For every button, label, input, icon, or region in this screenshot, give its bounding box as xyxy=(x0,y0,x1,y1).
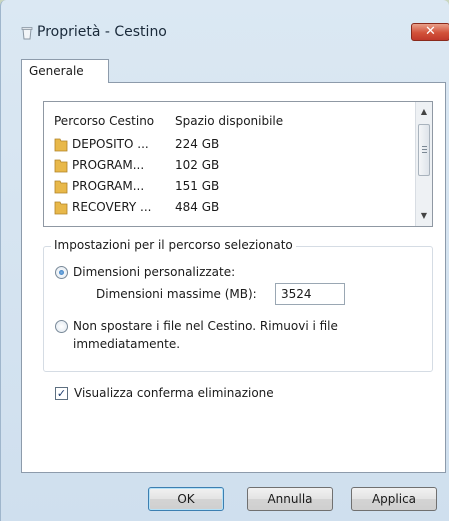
list-item[interactable]: PROGRAM... 102 GB xyxy=(54,157,409,175)
close-icon: ✕ xyxy=(425,24,436,39)
max-size-input[interactable]: 3524 xyxy=(275,283,345,305)
scroll-down-button[interactable]: ▼ xyxy=(416,208,432,224)
location-name: PROGRAM... xyxy=(72,158,145,172)
location-space: 102 GB xyxy=(175,158,220,172)
chevron-up-icon: ▲ xyxy=(420,107,428,116)
checkmark-icon: ✓ xyxy=(56,387,67,400)
tab-generale[interactable]: Generale xyxy=(21,59,109,83)
location-space: 151 GB xyxy=(175,179,220,193)
no-move-radio[interactable] xyxy=(55,320,68,333)
max-size-label: Dimensioni massime (MB): xyxy=(96,287,257,301)
confirm-delete-checkbox[interactable]: ✓ xyxy=(55,387,68,400)
list-item[interactable]: RECOVERY ... 484 GB xyxy=(54,199,409,217)
confirm-delete-label[interactable]: Visualizza conferma eliminazione xyxy=(74,386,274,400)
location-space: 224 GB xyxy=(175,137,220,151)
no-move-label[interactable]: Non spostare i file nel Cestino. Rimuovi… xyxy=(73,319,338,333)
scrollbar-thumb[interactable] xyxy=(418,124,430,176)
column-header-location[interactable]: Percorso Cestino xyxy=(54,114,154,128)
grip-line xyxy=(422,152,427,153)
custom-size-label[interactable]: Dimensioni personalizzate: xyxy=(73,265,235,279)
list-item[interactable]: PROGRAM... 151 GB xyxy=(54,178,409,196)
no-move-label-continued[interactable]: immediatamente. xyxy=(73,337,180,351)
window-title: Proprietà - Cestino xyxy=(37,24,167,40)
folder-icon xyxy=(54,159,68,173)
column-header-space[interactable]: Spazio disponibile xyxy=(175,114,283,128)
scroll-up-button[interactable]: ▲ xyxy=(416,104,432,120)
grip-line xyxy=(422,146,427,147)
location-name: DEPOSITO ... xyxy=(72,137,149,151)
close-button[interactable]: ✕ xyxy=(411,23,449,41)
location-name: PROGRAM... xyxy=(72,179,145,193)
ok-button[interactable]: OK xyxy=(148,487,224,511)
settings-group-title: Impostazioni per il percorso selezionato xyxy=(51,238,296,252)
chevron-down-icon: ▼ xyxy=(420,211,428,220)
recycle-bin-icon xyxy=(21,27,33,40)
cancel-button[interactable]: Annulla xyxy=(247,487,333,511)
folder-icon xyxy=(54,201,68,215)
apply-button[interactable]: Applica xyxy=(351,487,437,511)
title-bar: Proprietà - Cestino ✕ xyxy=(1,18,449,48)
properties-dialog: Proprietà - Cestino ✕ Generale Percorso … xyxy=(0,0,449,521)
recycle-locations-list[interactable]: Percorso Cestino Spazio disponibile DEPO… xyxy=(43,101,433,227)
grip-line xyxy=(422,149,427,150)
location-space: 484 GB xyxy=(175,200,220,214)
custom-size-radio[interactable] xyxy=(55,266,68,279)
folder-icon xyxy=(54,180,68,194)
location-name: RECOVERY ... xyxy=(72,200,152,214)
vertical-scrollbar[interactable]: ▲ ▼ xyxy=(415,102,432,226)
list-item[interactable]: DEPOSITO ... 224 GB xyxy=(54,136,409,154)
folder-icon xyxy=(54,138,68,152)
